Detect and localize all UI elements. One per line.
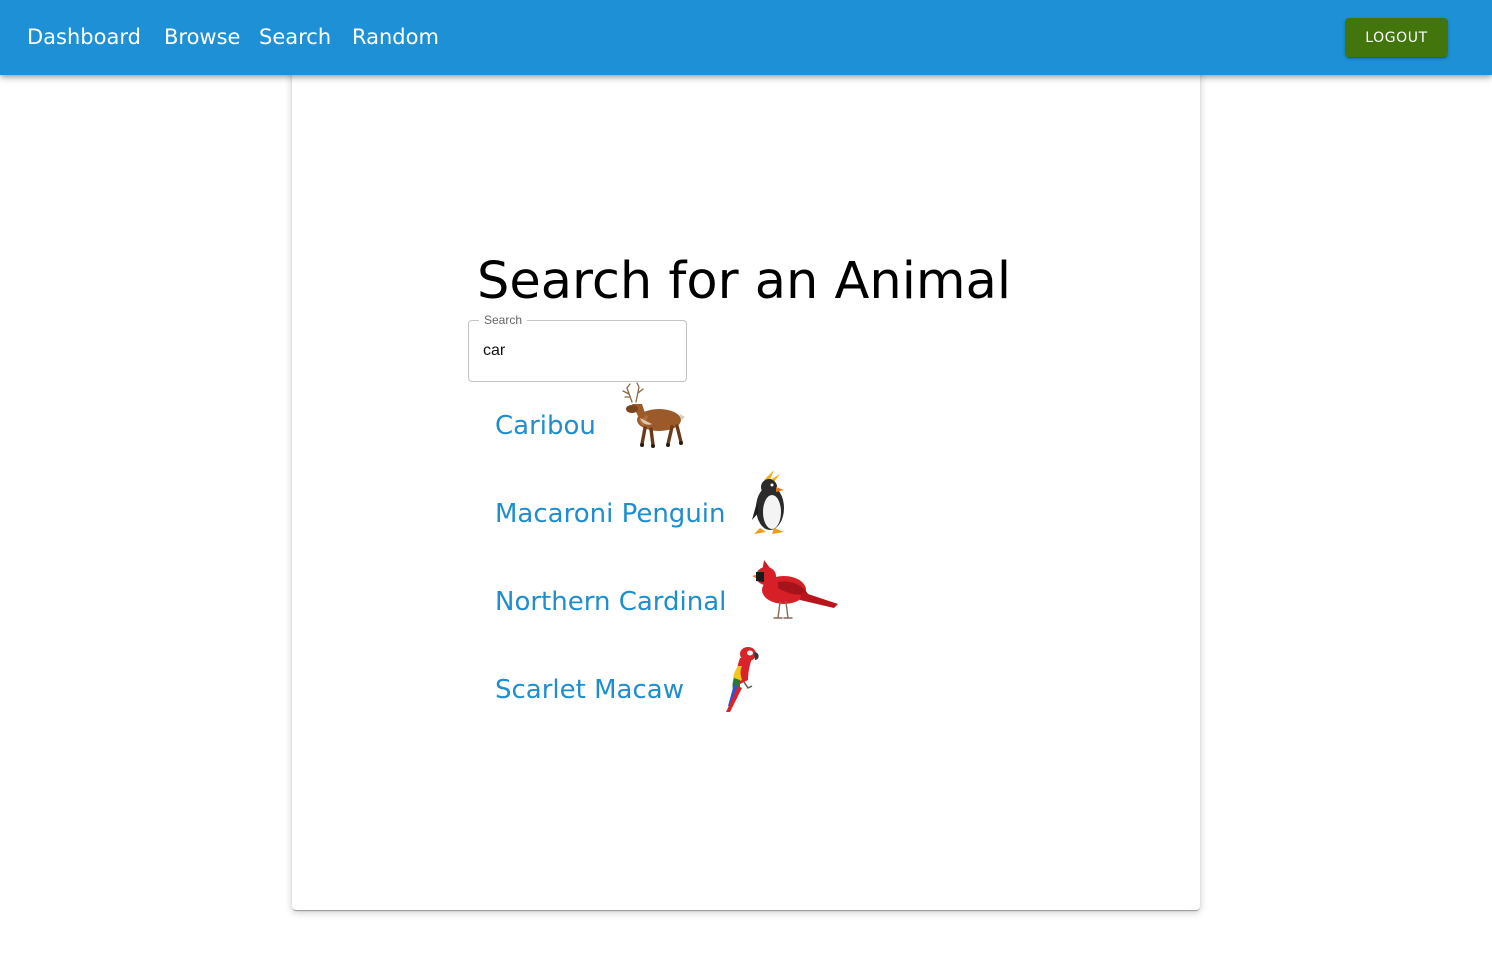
macaw-icon [726,647,759,712]
nav-search-link[interactable]: Search [259,22,331,52]
search-field[interactable]: Search [468,313,687,382]
result-item-macaroni-penguin[interactable]: Macaroni Penguin [495,496,726,532]
result-item-caribou[interactable]: Caribou [495,408,596,444]
caribou-icon [622,382,685,448]
nav-browse-link[interactable]: Browse [164,22,240,52]
cardinal-icon [752,560,838,619]
search-label: Search [479,313,528,327]
result-item-scarlet-macaw[interactable]: Scarlet Macaw [495,672,684,708]
search-input[interactable] [483,337,673,365]
nav-dashboard-link[interactable]: Dashboard [27,22,141,52]
app-bar: Dashboard Browse Search Random LOGOUT [0,0,1492,75]
page-title: Search for an Animal [477,252,1012,311]
result-item-northern-cardinal[interactable]: Northern Cardinal [495,584,726,620]
logout-button[interactable]: LOGOUT [1345,18,1448,57]
content-card [292,60,1200,910]
penguin-icon [752,470,784,534]
nav-random-link[interactable]: Random [352,22,439,52]
